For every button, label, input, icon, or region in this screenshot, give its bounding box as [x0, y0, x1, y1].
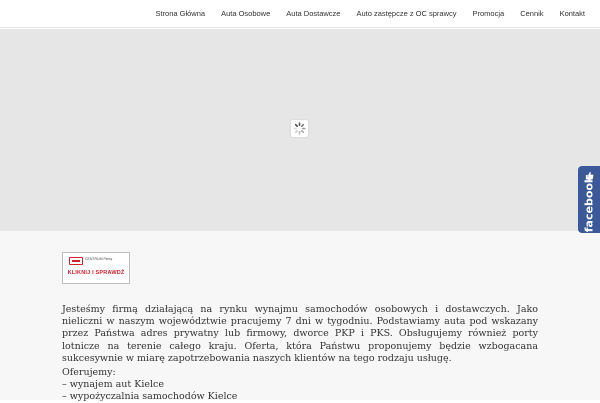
nav-item-strona-glowna[interactable]: Strona Główna: [147, 0, 213, 28]
offer-list-item: – wynajem aut Kielce: [62, 379, 165, 390]
facebook-label: facebook: [582, 175, 596, 233]
banner-brand: CENTRUM Firmy: [85, 257, 113, 261]
main-navigation: Strona Główna Auta Osobowe Auta Dostawcz…: [0, 0, 600, 28]
offer-list-item: – wypożyczalnia samochodów Kielce: [62, 391, 238, 403]
nav-item-cennik[interactable]: Cennik: [512, 0, 551, 28]
facebook-tab[interactable]: facebook: [578, 166, 600, 233]
offer-heading: Oferujemy:: [62, 367, 116, 378]
nav-item-auta-dostawcze[interactable]: Auta Dostawcze: [278, 0, 348, 28]
brand-logo-icon: [69, 257, 83, 265]
nav-item-auto-zastepcze[interactable]: Auto zastępcze z OC sprawcy: [348, 0, 464, 28]
loading-spinner-icon: [291, 120, 308, 137]
nav-item-kontakt[interactable]: Kontakt: [552, 0, 593, 28]
promo-banner[interactable]: CENTRUM Firmy KLIKNIJ I SPRAWDŹ: [62, 252, 130, 284]
banner-cta-label: KLIKNIJ I SPRAWDŹ: [67, 270, 125, 276]
nav-item-promocja[interactable]: Promocja: [465, 0, 513, 28]
offer-list: – wynajem aut Kielce – wypożyczalnia sam…: [62, 379, 237, 403]
intro-paragraph: Jesteśmy firmą działającą na rynku wynaj…: [62, 304, 538, 364]
nav-item-auta-osobowe[interactable]: Auta Osobowe: [213, 0, 278, 28]
